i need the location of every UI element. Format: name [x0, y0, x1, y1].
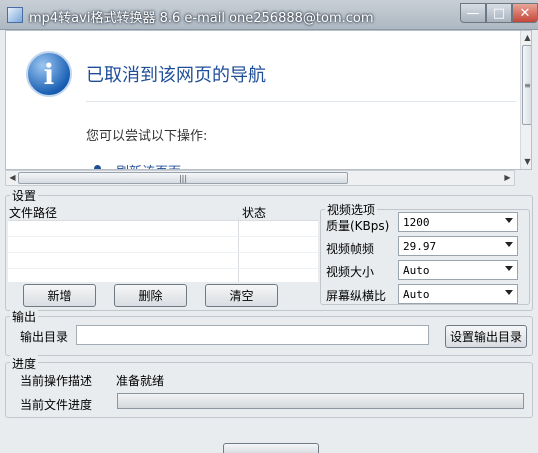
quality-value: 1200: [403, 215, 430, 229]
video-size-label: 视频大小: [326, 265, 375, 279]
fps-label: 视频帧频: [326, 242, 375, 256]
fps-value: 29.97: [403, 239, 437, 253]
output-dir-label: 输出目录: [20, 330, 69, 344]
progress-group-label: 进度: [10, 355, 39, 372]
file-path-column-header[interactable]: 文件路径: [9, 204, 57, 221]
settings-group-label: 设置: [10, 187, 39, 204]
chevron-down-icon[interactable]: [505, 266, 513, 271]
scroll-right-icon[interactable]: ▶: [501, 173, 514, 182]
file-progress-label: 当前文件进度: [20, 398, 93, 412]
file-list[interactable]: [8, 220, 318, 282]
add-file-button[interactable]: 新增: [23, 284, 96, 307]
navigation-cancelled-heading: 已取消到该网页的导航: [86, 65, 266, 86]
scroll-down-icon[interactable]: ▼: [521, 157, 531, 166]
convert-button[interactable]: [223, 443, 319, 453]
clear-list-button[interactable]: 清空: [205, 284, 278, 307]
vertical-scroll-thumb[interactable]: ≡: [522, 45, 531, 125]
column-divider: [238, 218, 239, 282]
navigation-hint: 您可以尝试以下操作:: [86, 129, 208, 144]
file-progress-bar: [117, 393, 524, 409]
list-row-divider: [8, 252, 318, 253]
aspect-ratio-select[interactable]: Auto: [398, 284, 518, 304]
aspect-ratio-label: 屏幕纵横比: [326, 289, 387, 303]
delete-file-button[interactable]: 删除: [114, 284, 187, 307]
horizontal-scroll-thumb[interactable]: |||: [18, 172, 348, 184]
aspect-ratio-value: Auto: [403, 287, 430, 301]
app-icon: [7, 7, 23, 23]
refresh-page-link[interactable]: 刷新该页面: [116, 161, 181, 169]
list-row-divider: [8, 268, 318, 269]
fps-select[interactable]: 29.97: [398, 236, 518, 256]
current-operation-value: 准备就绪: [116, 374, 165, 388]
output-dir-input[interactable]: [76, 325, 429, 345]
set-output-dir-button[interactable]: 设置输出目录: [445, 325, 527, 348]
browser-panel: i 已取消到该网页的导航 您可以尝试以下操作: 刷新该页面 ▲ ≡ ▼: [5, 30, 532, 170]
output-group-label: 输出: [10, 308, 39, 325]
chevron-down-icon[interactable]: [505, 218, 513, 223]
current-operation-label: 当前操作描述: [20, 374, 93, 388]
title-bar[interactable]: mp4转avi格式转换器 8.6 e-mail one256888@tom.co…: [0, 0, 538, 30]
status-column-header[interactable]: 状态: [242, 204, 266, 221]
maximize-button[interactable]: □: [486, 3, 512, 23]
vertical-scrollbar[interactable]: ▲ ≡ ▼: [520, 31, 531, 169]
video-size-select[interactable]: Auto: [398, 260, 518, 280]
window-title: mp4转avi格式转换器 8.6 e-mail one256888@tom.co…: [29, 11, 374, 26]
list-row-divider: [8, 236, 318, 237]
video-size-value: Auto: [403, 263, 430, 277]
quality-select[interactable]: 1200: [398, 212, 518, 232]
quality-label: 质量(KBps): [326, 219, 390, 233]
scroll-up-icon[interactable]: ▲: [521, 33, 531, 42]
minimize-button[interactable]: —: [460, 3, 486, 23]
divider: [86, 101, 516, 102]
chevron-down-icon[interactable]: [505, 290, 513, 295]
info-icon: i: [26, 51, 72, 97]
close-button[interactable]: ✕: [512, 3, 538, 23]
horizontal-scrollbar[interactable]: ◀ ||| ▶: [5, 170, 515, 186]
chevron-down-icon[interactable]: [505, 242, 513, 247]
video-options-label: 视频选项: [325, 201, 378, 218]
